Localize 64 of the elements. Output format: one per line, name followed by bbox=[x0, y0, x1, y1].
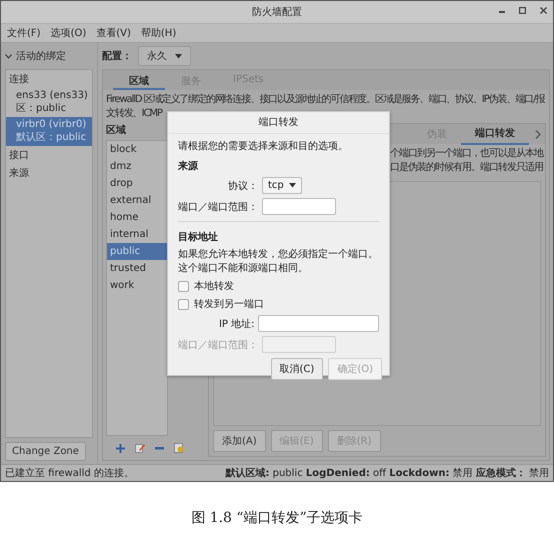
menu-item[interactable]: 选项(O) bbox=[50, 26, 86, 40]
add-button[interactable]: 添加(A) bbox=[213, 430, 266, 452]
edit-icon[interactable] bbox=[135, 443, 145, 453]
tab[interactable]: 区域 bbox=[113, 70, 165, 90]
field-label: IP 地址: bbox=[218, 318, 254, 330]
connection-item[interactable]: ens33 (ens33) 区：public bbox=[6, 88, 92, 117]
dialog-prompt: 请根据您的需要选择来源和目的选项。 bbox=[178, 140, 349, 153]
bindings-expander[interactable]: 活动的绑定 bbox=[5, 47, 93, 65]
figure-caption: 图 1.8 “端口转发”子选项卡 bbox=[191, 509, 363, 527]
menu-item[interactable]: 帮助(H) bbox=[140, 26, 176, 40]
field-label: 端口／端口范围： bbox=[178, 338, 258, 352]
section-heading: 来源 bbox=[178, 160, 199, 173]
caret-icon bbox=[175, 54, 182, 58]
zone-list-label: 区域 bbox=[106, 124, 127, 137]
menu-item[interactable]: 文件(F) bbox=[7, 26, 41, 40]
tab[interactable]: 端口转发 bbox=[461, 123, 529, 145]
checkbox[interactable] bbox=[178, 298, 189, 310]
close-icon[interactable] bbox=[540, 7, 547, 14]
description-text: FirewallD 区域定义了绑定的网络连接、接口以及源地址的可信程度。区域是服务、端口、协议、IP伪装、端口/报 bbox=[106, 93, 546, 106]
zone-item[interactable]: trusted bbox=[107, 260, 167, 277]
protocol-dropdown[interactable]: tcp bbox=[262, 177, 302, 194]
zone-item[interactable]: work bbox=[107, 277, 167, 294]
field-label: 协议： bbox=[227, 180, 258, 192]
checkbox-label: 本地转发 bbox=[194, 280, 234, 293]
zone-item[interactable]: home bbox=[107, 209, 167, 226]
input-field[interactable] bbox=[262, 198, 336, 215]
menu-item[interactable]: 查看(V) bbox=[96, 26, 131, 40]
add-icon[interactable] bbox=[116, 444, 125, 452]
connection-zone: 默认区：public bbox=[16, 131, 88, 144]
connection-zone: 区：public bbox=[16, 102, 68, 115]
description-text: 文转发、ICMP bbox=[106, 106, 164, 120]
cancel-button[interactable]: 取消(C) bbox=[270, 358, 324, 380]
input-field[interactable] bbox=[258, 315, 379, 332]
caret-icon bbox=[288, 183, 296, 188]
change-zone-button[interactable]: Change Zone bbox=[5, 442, 86, 461]
input-field[interactable] bbox=[262, 336, 336, 353]
zone-item[interactable]: dmz bbox=[107, 158, 167, 175]
checkbox[interactable] bbox=[178, 280, 189, 292]
config-label: 配置： bbox=[102, 50, 132, 63]
status-message: 已建立至 firewalld 的连接。 bbox=[5, 466, 134, 480]
note-text: 如果您允许本地转发，您必须指定一个端口。这个端口不能和源端口相同。 bbox=[178, 248, 379, 275]
zone-item[interactable]: internal bbox=[107, 226, 167, 243]
maximize-icon[interactable] bbox=[519, 7, 526, 14]
dialog-title: 端口转发 bbox=[168, 112, 389, 134]
zone-item[interactable]: block bbox=[107, 141, 167, 158]
config-dropdown[interactable]: 永久 bbox=[138, 46, 191, 66]
load-defaults-icon[interactable] bbox=[174, 443, 184, 453]
zone-item[interactable]: external bbox=[107, 192, 167, 209]
forwarding-text: 个端口到另一个端口，也可以是从本地 bbox=[390, 147, 543, 160]
window-title: 防火墙配置 bbox=[252, 6, 302, 19]
field-label: 端口／端口范围： bbox=[178, 200, 258, 214]
binding-heading[interactable]: 连接 bbox=[6, 70, 92, 88]
status-summary: 默认区域: public LogDenied: off Lockdown: 禁用 应急模式： 禁用 bbox=[225, 466, 549, 480]
forwarding-text: 口是伪装的时候有用。端口转发只适用 bbox=[390, 160, 543, 174]
remove-icon[interactable] bbox=[155, 446, 164, 450]
connection-name: ens33 (ens33) bbox=[16, 90, 89, 101]
zone-item[interactable]: drop bbox=[107, 175, 167, 192]
section-heading: 目标地址 bbox=[178, 230, 219, 244]
scroll-right-icon[interactable] bbox=[535, 130, 541, 138]
expander-icon bbox=[5, 54, 12, 58]
binding-heading[interactable]: 接口 bbox=[6, 146, 92, 164]
checkbox-label: 转发到另一端口 bbox=[194, 298, 264, 311]
connection-name: virbr0 (virbr0) bbox=[16, 119, 88, 130]
binding-heading[interactable]: 来源 bbox=[6, 164, 92, 182]
